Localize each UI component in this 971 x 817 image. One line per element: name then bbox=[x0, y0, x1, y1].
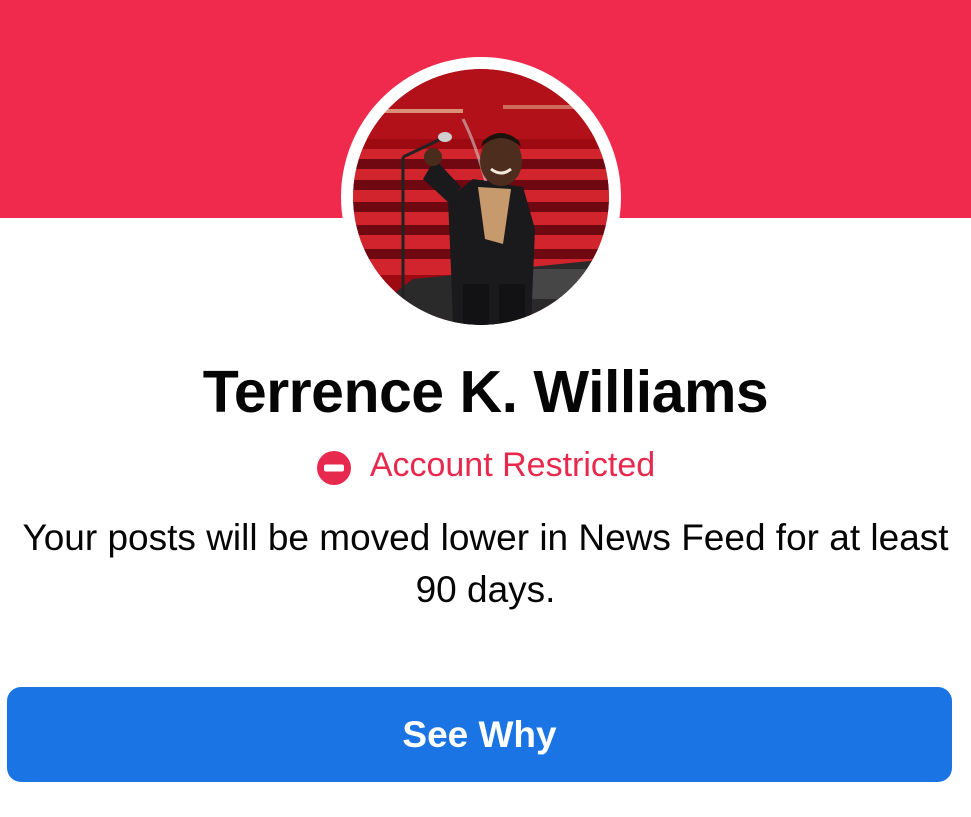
restricted-icon bbox=[316, 450, 351, 485]
restriction-message: Your posts will be moved lower in News F… bbox=[22, 517, 949, 610]
account-status: Account Restricted bbox=[0, 446, 971, 487]
see-why-button[interactable]: See Why bbox=[7, 687, 952, 782]
restricted-account-card: Terrence K. Williams Account Restricted … bbox=[0, 0, 971, 817]
status-label: Account Restricted bbox=[369, 446, 656, 484]
profile-name: Terrence K. Williams bbox=[202, 359, 769, 425]
profile-avatar-ring[interactable] bbox=[341, 57, 621, 337]
avatar bbox=[353, 69, 609, 325]
